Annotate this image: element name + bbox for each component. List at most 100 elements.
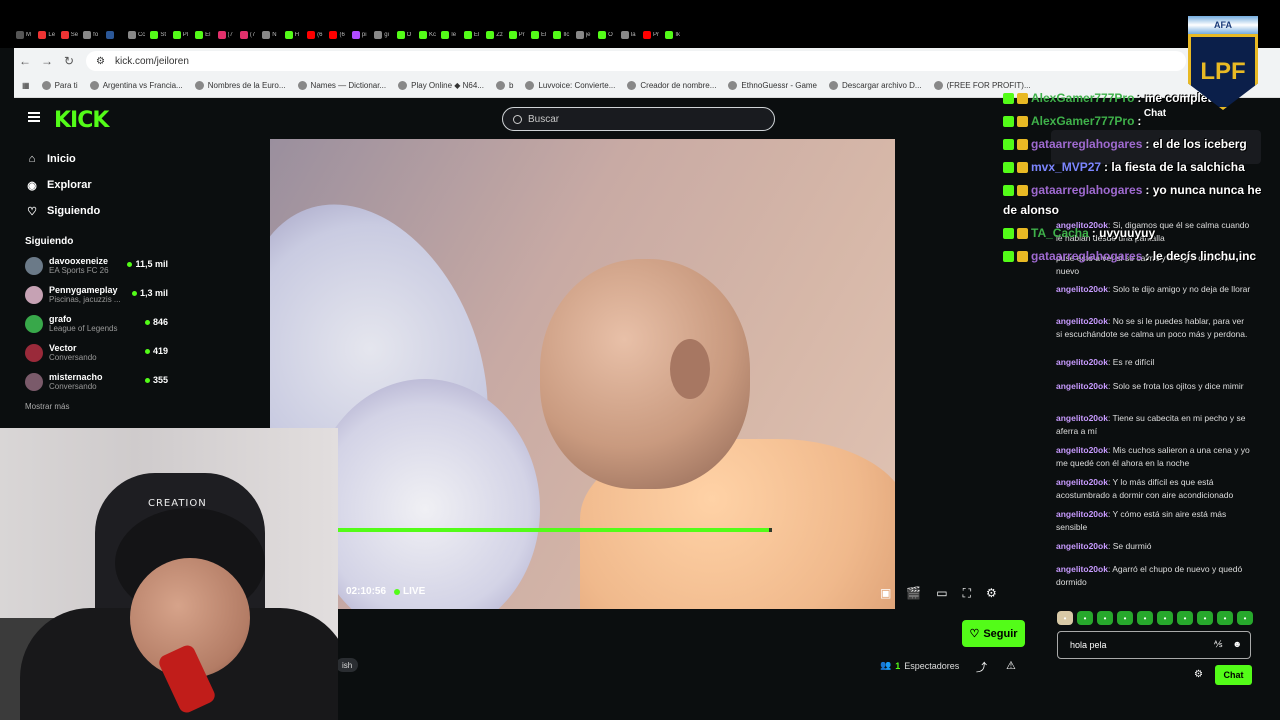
chat-username[interactable]: angelito20ok [1056, 316, 1108, 326]
browser-tab[interactable]: St [148, 28, 170, 42]
chat-settings-icon[interactable]: ⚙ [1194, 669, 1203, 680]
forward-icon[interactable]: → [36, 54, 58, 68]
browser-tab[interactable]: Zz [484, 28, 506, 42]
browser-tab[interactable]: N [260, 28, 282, 42]
browser-tab[interactable]: El [462, 28, 484, 42]
pip-icon[interactable]: ▣ [880, 586, 891, 601]
settings-icon[interactable]: ⚙ [986, 586, 997, 601]
emote-icon[interactable]: • [1137, 611, 1153, 625]
emote-icon[interactable]: • [1077, 611, 1093, 625]
browser-tab[interactable]: Se [59, 28, 81, 42]
browser-tab[interactable]: (6 [327, 28, 349, 42]
address-bar[interactable]: ⚙ kick.com/jeiloren [86, 51, 1186, 71]
following-name: davooxeneize [49, 256, 109, 266]
bookmark-item[interactable]: Nombres de la Euro... [194, 81, 286, 90]
report-icon[interactable]: ⚠ [1006, 659, 1016, 672]
emote-icon[interactable]: • [1217, 611, 1233, 625]
emote-icon[interactable]: • [1237, 611, 1253, 625]
browser-tab[interactable]: Ia [619, 28, 641, 42]
bookmark-item[interactable]: (FREE FOR PROFIT)... [933, 81, 1031, 90]
bookmark-item[interactable]: Play Online ◆ N64... [398, 81, 484, 90]
following-item[interactable]: grafo League of Legends 846 [14, 309, 180, 338]
chat-username[interactable]: angelito20ok [1056, 284, 1108, 294]
browser-tab[interactable]: Ik [663, 28, 685, 42]
browser-tab[interactable] [104, 28, 126, 42]
emote-icon[interactable]: • [1197, 611, 1213, 625]
chat-username[interactable]: angelito20ok [1056, 381, 1108, 391]
browser-tab[interactable]: Pr [641, 28, 663, 42]
browser-tab[interactable]: Ilc [551, 28, 573, 42]
chat-username[interactable]: angelito20ok [1056, 509, 1108, 519]
browser-tab[interactable]: fo [81, 28, 103, 42]
bookmark-item[interactable]: Luvvoice: Convierte... [525, 81, 615, 90]
browser-tab[interactable]: (7 [238, 28, 260, 42]
browser-tab[interactable]: O [596, 28, 618, 42]
reload-icon[interactable]: ↻ [58, 54, 80, 68]
chat-send-button[interactable]: Chat [1215, 665, 1252, 685]
overlay-alert: TA_Cacha: uvyuuyuy [1003, 226, 1155, 240]
stream-tag[interactable]: ish [336, 658, 359, 672]
chat-username[interactable]: angelito20ok [1056, 477, 1108, 487]
browser-tab[interactable]: Pl [171, 28, 193, 42]
menu-icon[interactable] [28, 112, 40, 122]
emote-icon[interactable]: • [1157, 611, 1173, 625]
emoji-icon[interactable]: ☻ [1233, 639, 1242, 649]
following-item[interactable]: misternacho Conversando 355 [14, 367, 180, 396]
bookmark-item[interactable]: Para ti [41, 81, 78, 90]
browser-tab[interactable]: Kc [417, 28, 439, 42]
browser-tab[interactable]: Le [36, 28, 58, 42]
follow-button[interactable]: ♡ Seguir [962, 620, 1025, 647]
emote-icon[interactable]: • [1057, 611, 1073, 625]
bookmark-item[interactable]: EthnoGuessr - Game [728, 81, 817, 90]
tab-title: Ia [630, 32, 636, 38]
site-settings-icon[interactable]: ⚙ [96, 56, 105, 67]
video-player[interactable] [270, 139, 895, 609]
bookmark-item[interactable]: Creador de nombre... [627, 81, 716, 90]
browser-tab[interactable]: gi [372, 28, 394, 42]
browser-tab[interactable]: Pr [507, 28, 529, 42]
emote-icon[interactable]: • [1097, 611, 1113, 625]
browser-tab[interactable]: pi [350, 28, 372, 42]
sidebar-item-siguiendo[interactable]: ♡ Siguiendo [14, 198, 180, 224]
apps-icon[interactable]: ▦ [22, 81, 30, 90]
theater-icon[interactable]: ▭ [936, 586, 947, 601]
chat-input[interactable]: hola pela ⅍ ☻ [1057, 631, 1251, 659]
tab-title: (7 [227, 32, 233, 38]
browser-tab[interactable]: El [529, 28, 551, 42]
chat-username[interactable]: angelito20ok [1056, 413, 1108, 423]
fullscreen-icon[interactable]: ⛶ [963, 586, 971, 601]
browser-tab[interactable]: O [395, 28, 417, 42]
search-input[interactable]: Buscar [502, 107, 775, 131]
tab-title: pi [361, 32, 367, 38]
back-icon[interactable]: ← [14, 54, 36, 68]
browser-tab[interactable]: (6 [305, 28, 327, 42]
sidebar-item-explorar[interactable]: ◉ Explorar [14, 172, 180, 198]
share-icon[interactable]: ⤴ [976, 659, 987, 675]
chat-username[interactable]: angelito20ok [1056, 445, 1108, 455]
following-item[interactable]: davooxeneize EA Sports FC 26 11,5 mil [14, 251, 180, 280]
browser-tab[interactable]: le [439, 28, 461, 42]
avatar [25, 372, 43, 391]
show-more-link[interactable]: Mostrar más [14, 402, 180, 411]
chat-username[interactable]: angelito20ok [1056, 564, 1108, 574]
browser-tab[interactable]: Cc [126, 28, 148, 42]
browser-tab[interactable]: H [283, 28, 305, 42]
emote-icon[interactable]: • [1177, 611, 1193, 625]
browser-tab[interactable]: je [574, 28, 596, 42]
chat-username[interactable]: angelito20ok [1056, 541, 1108, 551]
following-item[interactable]: Pennygameplay Piscinas, jacuzzis ... 1,3 m… [14, 280, 180, 309]
bookmark-item[interactable]: Argentina vs Francia... [89, 81, 183, 90]
clip-icon[interactable]: 🎬 [906, 586, 921, 601]
sidebar-item-inicio[interactable]: ⌂ Inicio [14, 146, 180, 172]
bookmark-item[interactable]: Names — Dictionar... [297, 81, 386, 90]
bookmark-item[interactable]: b [495, 81, 513, 90]
emote-icon[interactable]: • [1117, 611, 1133, 625]
chat-username[interactable]: angelito20ok [1056, 357, 1108, 367]
bookmark-item[interactable]: Descargar archivo D... [829, 81, 922, 90]
browser-tab[interactable]: (7 [216, 28, 238, 42]
following-item[interactable]: Vector Conversando 419 [14, 338, 180, 367]
translate-icon[interactable]: ⅍ [1214, 639, 1223, 649]
kick-logo[interactable]: KICK [54, 108, 109, 133]
browser-tab[interactable]: M [14, 28, 36, 42]
browser-tab[interactable]: El [193, 28, 215, 42]
